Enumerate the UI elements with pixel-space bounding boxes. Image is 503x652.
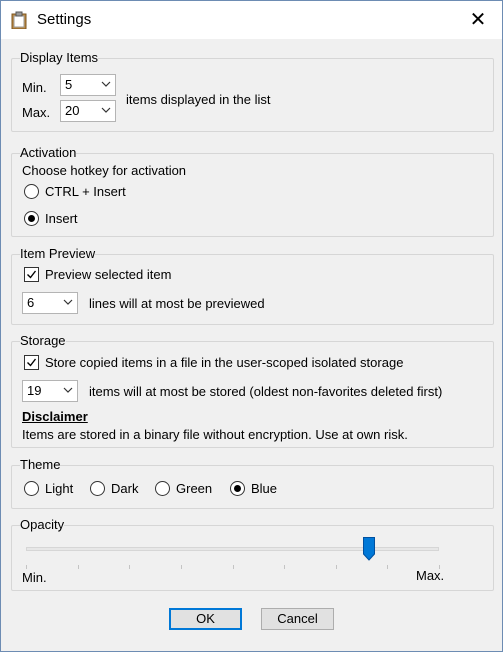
radio-theme-light[interactable] — [24, 481, 39, 496]
storage-count-value: 19 — [27, 383, 42, 398]
opacity-min-label: Min. — [22, 570, 47, 585]
radio-theme-blue[interactable] — [230, 481, 245, 496]
radio-theme-light-label[interactable]: Light — [45, 481, 73, 497]
disclaimer-text: Items are stored in a binary file withou… — [22, 427, 408, 442]
close-icon[interactable]: ✕ — [464, 7, 492, 33]
radio-insert-label[interactable]: Insert — [45, 211, 78, 227]
radio-theme-green[interactable] — [155, 481, 170, 496]
max-items-select[interactable]: 20 — [60, 100, 116, 122]
opacity-slider-thumb[interactable] — [362, 537, 375, 561]
opacity-tick — [26, 565, 27, 569]
opacity-max-label: Max. — [416, 568, 445, 583]
clipboard-icon — [11, 11, 27, 30]
opacity-tick — [335, 565, 337, 569]
storage-legend: Storage — [20, 333, 66, 349]
item-preview-legend: Item Preview — [20, 246, 96, 262]
disclaimer-heading: Disclaimer — [22, 409, 88, 424]
chevron-down-icon — [63, 387, 73, 393]
opacity-tick — [180, 565, 182, 569]
activation-prompt: Choose hotkey for activation — [22, 163, 187, 178]
preview-lines-label: lines will at most be previewed — [89, 296, 265, 311]
min-items-value: 5 — [65, 77, 73, 92]
min-label: Min. — [22, 80, 47, 95]
storage-checkbox-label[interactable]: Store copied items in a file in the user… — [45, 355, 403, 371]
radio-ctrl-insert-label[interactable]: CTRL + Insert — [45, 184, 126, 200]
title-bar: Settings ✕ — [1, 1, 502, 39]
item-preview-group: Item Preview — [11, 246, 494, 325]
ok-button[interactable]: OK — [169, 608, 242, 630]
window-title: Settings — [37, 11, 92, 28]
opacity-tick — [284, 565, 286, 569]
storage-count-select[interactable]: 19 — [22, 380, 78, 402]
settings-window: Settings ✕ Display Items Min. 5 Max. 20 … — [0, 0, 503, 652]
radio-theme-dark[interactable] — [90, 481, 105, 496]
radio-insert[interactable] — [24, 211, 39, 226]
preview-checkbox[interactable] — [24, 267, 39, 282]
checkmark-icon — [27, 270, 37, 279]
chevron-down-icon — [63, 299, 73, 305]
theme-legend: Theme — [20, 457, 61, 473]
radio-theme-blue-label[interactable]: Blue — [251, 481, 277, 497]
opacity-legend: Opacity — [20, 517, 65, 533]
opacity-tick — [129, 565, 131, 569]
chevron-down-icon — [101, 81, 111, 87]
max-items-value: 20 — [65, 103, 80, 118]
max-label: Max. — [22, 105, 51, 120]
opacity-tick — [232, 565, 234, 569]
radio-ctrl-insert[interactable] — [24, 184, 39, 199]
preview-lines-select[interactable]: 6 — [22, 292, 78, 314]
radio-theme-dark-label[interactable]: Dark — [111, 481, 138, 497]
display-items-legend: Display Items — [20, 50, 99, 66]
opacity-tick — [387, 565, 389, 569]
preview-checkbox-label[interactable]: Preview selected item — [45, 267, 171, 283]
opacity-slider-track[interactable] — [26, 547, 439, 551]
preview-lines-value: 6 — [27, 295, 35, 310]
radio-theme-green-label[interactable]: Green — [176, 481, 212, 497]
min-items-select[interactable]: 5 — [60, 74, 116, 96]
storage-count-label: items will at most be stored (oldest non… — [89, 384, 443, 399]
checkmark-icon — [27, 358, 37, 367]
opacity-tick — [77, 565, 79, 569]
chevron-down-icon — [101, 107, 111, 113]
activation-legend: Activation — [20, 145, 77, 161]
storage-checkbox[interactable] — [24, 355, 39, 370]
items-displayed-label: items displayed in the list — [126, 92, 271, 107]
cancel-button[interactable]: Cancel — [261, 608, 334, 630]
